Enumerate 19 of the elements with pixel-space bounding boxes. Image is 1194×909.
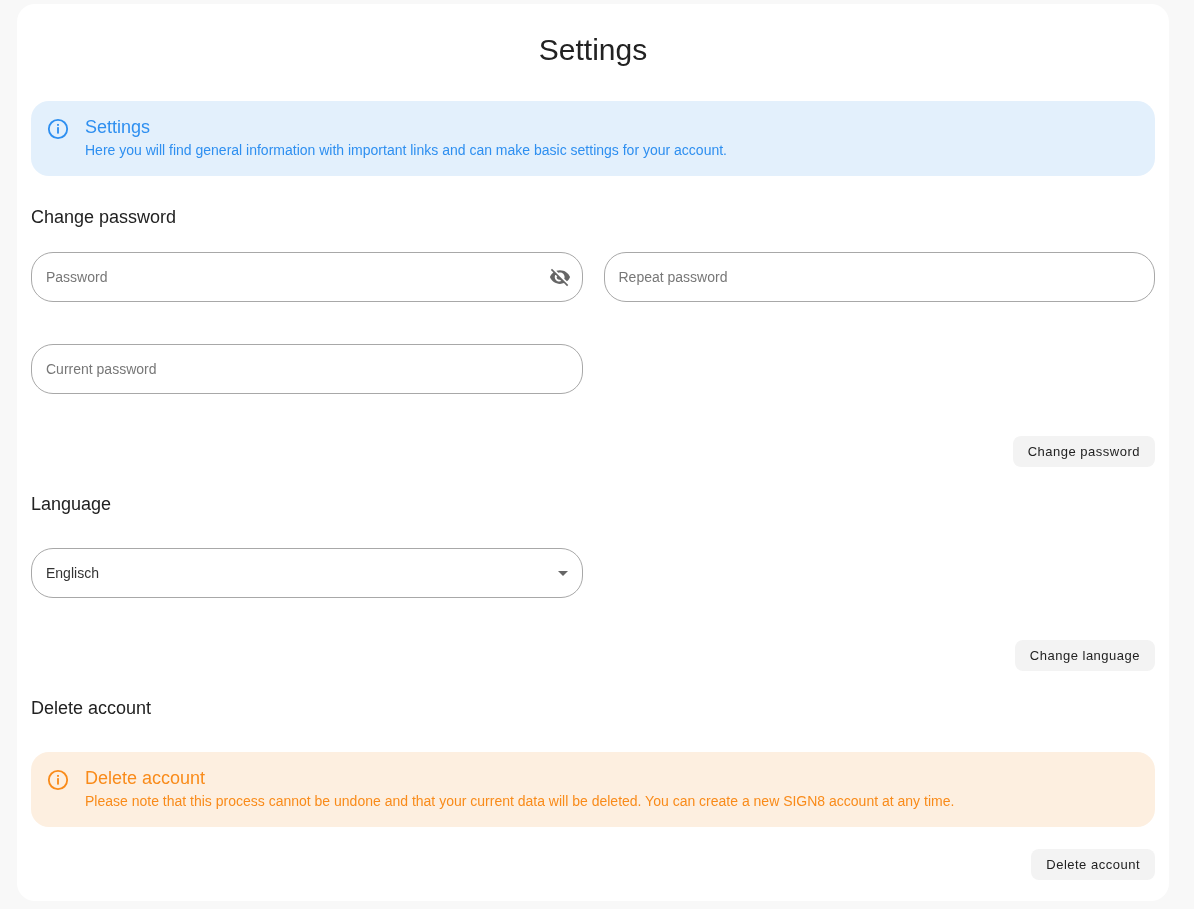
alert-title: Delete account bbox=[85, 767, 207, 789]
input-field[interactable]: Current password bbox=[31, 344, 583, 394]
language-select[interactable]: Englisch bbox=[31, 548, 583, 598]
action-button[interactable]: Change language bbox=[1014, 640, 1155, 671]
section-heading: Delete account bbox=[31, 697, 153, 719]
section-heading: Change password bbox=[31, 206, 178, 228]
caret-icon bbox=[557, 570, 568, 576]
page-title: Settings bbox=[537, 32, 649, 68]
info-icon bbox=[47, 118, 69, 140]
action-button[interactable]: Change password bbox=[1012, 436, 1155, 467]
section-heading: Language bbox=[31, 493, 113, 515]
input-field[interactable]: Repeat password bbox=[603, 252, 1155, 302]
password-field[interactable]: Password bbox=[31, 252, 583, 302]
eye-off-icon[interactable] bbox=[548, 266, 571, 288]
action-button[interactable]: Delete account bbox=[1031, 849, 1155, 880]
alert-text: Please note that this process cannot be undone and that your current data will be deleted. You can create a new SIGN8 account at any time. bbox=[85, 792, 955, 811]
alert-title: Settings bbox=[85, 116, 152, 138]
info-icon bbox=[47, 769, 69, 791]
alert-text: Here you will find general information with important links and can make basic settings for your account. bbox=[85, 141, 727, 160]
